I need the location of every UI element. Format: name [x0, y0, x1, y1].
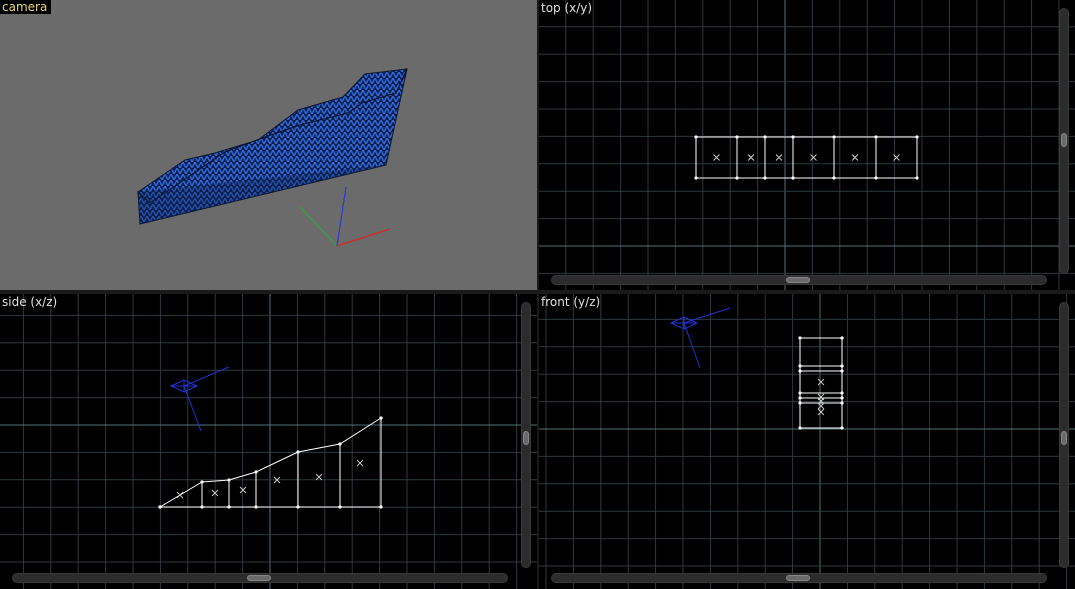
front-horizontal-scrollbar[interactable] [551, 573, 1047, 583]
front-vertical-scroll-thumb[interactable] [1061, 431, 1067, 445]
vertex [840, 369, 844, 373]
vertex [915, 135, 919, 139]
vertex [798, 401, 802, 405]
face-center-marker [817, 402, 825, 410]
front-viewport[interactable]: front (y/z) [539, 294, 1075, 589]
camera-direction-line [183, 385, 202, 432]
vertex [840, 336, 844, 340]
vertex [874, 176, 878, 180]
vertex [227, 478, 231, 482]
camera-viewport[interactable]: camera [0, 0, 537, 290]
vertex [874, 135, 878, 139]
face-center-marker [775, 154, 783, 161]
vertex [296, 505, 300, 509]
vertex [798, 336, 802, 340]
vertex [227, 505, 231, 509]
face-center-marker [713, 154, 720, 161]
front-grid [539, 294, 1075, 589]
vertex [840, 391, 844, 395]
vertex [254, 505, 258, 509]
vertex [338, 505, 342, 509]
camera-scene [137, 68, 408, 247]
vertex [735, 176, 739, 180]
face-center-marker [747, 154, 755, 161]
vertex [763, 176, 767, 180]
vertex [840, 396, 844, 400]
vertex [791, 135, 795, 139]
front-horizontal-scroll-thumb[interactable] [786, 575, 810, 581]
vertex [158, 505, 162, 509]
vertex [200, 505, 204, 509]
face-center-marker [356, 459, 364, 467]
vertex [694, 135, 698, 139]
vertex [840, 364, 844, 368]
vertex [694, 176, 698, 180]
vertex [763, 135, 767, 139]
vertex [254, 470, 258, 474]
vertex [798, 426, 802, 430]
front-vertical-scrollbar[interactable] [1059, 302, 1069, 568]
axis-y-line [299, 206, 338, 247]
camera-up-line [683, 307, 731, 324]
side-horizontal-scroll-thumb[interactable] [247, 575, 271, 581]
face-center-marker [810, 154, 817, 161]
top-vertical-scroll-thumb[interactable] [1061, 133, 1067, 147]
top-horizontal-scrollbar[interactable] [551, 275, 1047, 285]
face-center-marker [851, 154, 859, 161]
side-vertical-scroll-thumb[interactable] [523, 431, 529, 445]
vertex [840, 426, 844, 430]
vertex [915, 176, 919, 180]
top-grid [539, 0, 1075, 290]
vertex [798, 369, 802, 373]
wire-outline [695, 136, 918, 179]
vertex [798, 391, 802, 395]
vertex [832, 176, 836, 180]
wire-outline [799, 337, 843, 429]
vertex [798, 396, 802, 400]
axis-z-line [336, 186, 347, 247]
camera-direction-line [683, 322, 701, 369]
vertex [798, 364, 802, 368]
vertex [791, 176, 795, 180]
vertex [338, 442, 342, 446]
axis-x-line [336, 228, 391, 247]
vertex [840, 401, 844, 405]
side-viewport[interactable]: side (x/z) [0, 294, 537, 589]
face-center-marker [817, 408, 825, 416]
vertex [379, 505, 383, 509]
top-horizontal-scroll-thumb[interactable] [786, 277, 810, 283]
side-grid [0, 294, 537, 589]
face-center-marker [315, 473, 323, 481]
side-horizontal-scrollbar[interactable] [12, 573, 508, 583]
vertex [735, 135, 739, 139]
vertex [296, 450, 300, 454]
vertex [379, 416, 383, 420]
vertex [832, 135, 836, 139]
face-center-marker [817, 378, 825, 386]
top-viewport[interactable]: top (x/y) [539, 0, 1075, 290]
top-vertical-scrollbar[interactable] [1059, 8, 1069, 274]
side-vertical-scrollbar[interactable] [521, 302, 531, 568]
vertex [200, 480, 204, 484]
face-center-marker [176, 491, 184, 499]
